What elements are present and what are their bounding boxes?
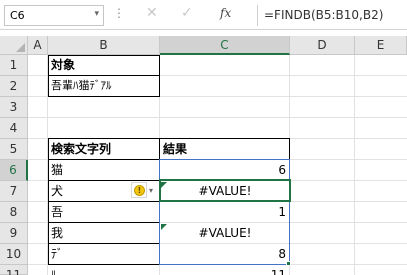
formula-text: =FINDB(B5:B10,B2)	[264, 8, 384, 22]
name-box[interactable]: C6 ▾	[4, 5, 104, 26]
cell-b8[interactable]: 我	[48, 223, 160, 244]
row-header-1[interactable]: 1	[0, 55, 28, 76]
formula-buttons: ✕ ✓ fx	[128, 5, 256, 26]
cells-area[interactable]: 対象 吾輩ﾊ猫ﾃﾞｱﾙ 検索文字列 猫 犬 吾 我 ﾃﾞ ﾙ 結果 6 #VAL…	[28, 55, 407, 275]
fill-handle[interactable]	[286, 261, 291, 266]
cell-b1[interactable]: 対象	[48, 55, 160, 76]
column-header-d[interactable]: D	[290, 36, 355, 55]
select-all-icon	[16, 43, 25, 52]
cell-b4[interactable]: 検索文字列	[48, 139, 160, 160]
warning-icon: !	[134, 185, 145, 196]
chevron-down-icon[interactable]: ▾	[94, 9, 99, 19]
row-header-8[interactable]: 8	[0, 202, 28, 223]
cell-b2[interactable]: 吾輩ﾊ猫ﾃﾞｱﾙ	[48, 76, 160, 97]
column-header-c[interactable]: C	[160, 36, 290, 55]
row-header-9[interactable]: 9	[0, 223, 28, 244]
formula-input[interactable]: =FINDB(B5:B10,B2)	[257, 5, 407, 26]
column-header-e[interactable]: E	[355, 36, 407, 55]
selected-range	[159, 159, 290, 265]
select-all-button[interactable]	[0, 36, 28, 55]
cell-b9[interactable]: ﾃﾞ	[48, 244, 160, 265]
insert-function-icon[interactable]: fx	[220, 6, 231, 20]
cell-c10[interactable]: 11	[160, 265, 290, 275]
row-header-4[interactable]: 4	[0, 118, 28, 139]
cell-c4[interactable]: 結果	[160, 139, 290, 160]
column-header-b[interactable]: B	[48, 36, 160, 55]
cell-b7[interactable]: 吾	[48, 202, 160, 223]
row-header-11[interactable]: 11	[0, 265, 28, 275]
drag-handle-icon[interactable]: ⋮	[113, 6, 125, 20]
row-header-3[interactable]: 3	[0, 97, 28, 118]
cancel-icon[interactable]: ✕	[146, 5, 158, 21]
name-box-value: C6	[10, 9, 25, 22]
row-header-6[interactable]: 6	[0, 160, 28, 181]
row-header-5[interactable]: 5	[0, 139, 28, 160]
formula-bar: C6 ▾ ⋮ ✕ ✓ fx =FINDB(B5:B10,B2)	[0, 0, 407, 30]
error-indicator-button[interactable]: !	[131, 182, 147, 198]
cell-b10[interactable]: ﾙ	[48, 265, 160, 275]
column-header-a[interactable]: A	[28, 36, 48, 55]
enter-icon[interactable]: ✓	[181, 5, 193, 21]
row-header-10[interactable]: 10	[0, 244, 28, 265]
active-cell-border	[159, 179, 291, 202]
row-header-2[interactable]: 2	[0, 76, 28, 97]
chevron-down-icon[interactable]: ▾	[149, 186, 153, 195]
row-header-7[interactable]: 7	[0, 181, 28, 202]
cell-b5[interactable]: 猫	[48, 160, 160, 181]
worksheet-grid: A B C D E 1 2 3 4 5 6 7 8 9 10 11 対象 吾輩ﾊ…	[0, 36, 407, 275]
